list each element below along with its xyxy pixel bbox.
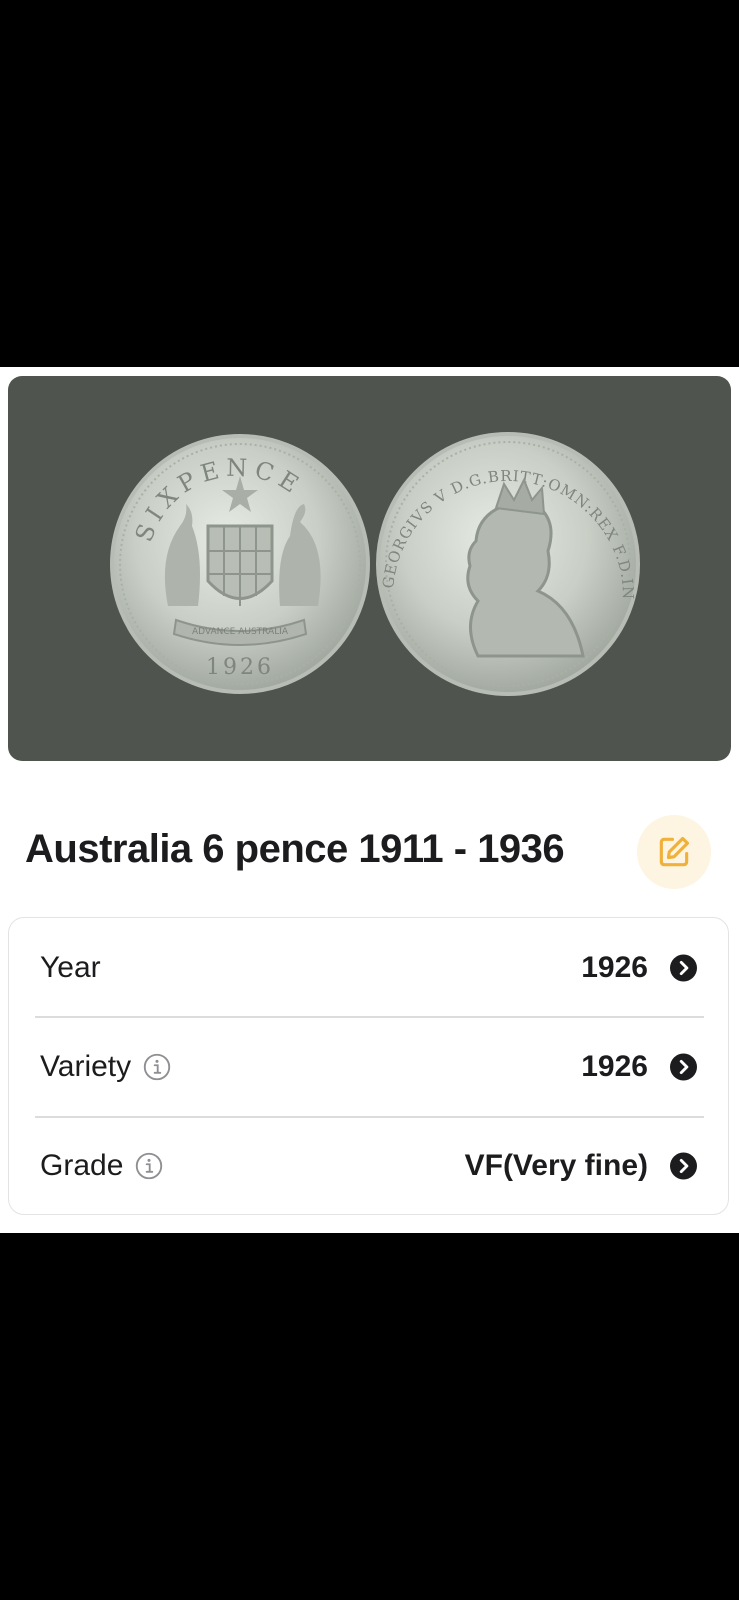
details-card: Year 1926 Variety 1926 Grade VF(Very fin… — [8, 917, 729, 1215]
coin-reverse-year: 1926 — [206, 655, 274, 680]
chevron-right-circle-icon[interactable] — [670, 1053, 697, 1081]
detail-row-year[interactable]: Year 1926 — [9, 918, 728, 1018]
chevron-right-circle-icon[interactable] — [670, 954, 697, 982]
coin-photo-graphic: SIXPENCE ADVANCE AUSTRALIA 1926 GEORGIVS… — [8, 376, 640, 696]
detail-row-variety[interactable]: Variety 1926 — [9, 1017, 728, 1117]
coin-reverse: SIXPENCE ADVANCE AUSTRALIA 1926 — [110, 434, 370, 694]
chevron-right-circle-icon[interactable] — [670, 1152, 697, 1180]
coin-photo[interactable]: SIXPENCE ADVANCE AUSTRALIA 1926 GEORGIVS… — [8, 376, 731, 761]
detail-row-label-wrap: Variety — [40, 1050, 171, 1084]
detail-label-variety: Variety — [40, 1050, 132, 1083]
detail-label-grade: Grade — [40, 1149, 124, 1182]
detail-row-label-wrap: Year — [40, 951, 101, 985]
detail-row-grade[interactable]: Grade VF(Very fine) — [9, 1116, 728, 1216]
detail-value-year: 1926 — [581, 951, 648, 984]
title-row: Australia 6 pence 1911 - 1936 — [0, 807, 739, 897]
bottom-letterbox — [0, 1233, 739, 1600]
info-icon[interactable] — [135, 1152, 163, 1180]
top-letterbox — [0, 0, 739, 367]
detail-value-variety: 1926 — [581, 1050, 648, 1083]
coin-title: Australia 6 pence 1911 - 1936 — [25, 827, 565, 871]
edit-icon — [659, 836, 690, 867]
coin-detail-sheet: SIXPENCE ADVANCE AUSTRALIA 1926 GEORGIVS… — [0, 367, 739, 1233]
info-icon[interactable] — [143, 1053, 171, 1081]
detail-label-year: Year — [40, 951, 101, 984]
coin-reverse-motto: ADVANCE AUSTRALIA — [192, 627, 289, 637]
edit-button[interactable] — [637, 815, 711, 889]
detail-row-label-wrap: Grade — [40, 1149, 163, 1183]
detail-value-grade: VF(Very fine) — [464, 1149, 648, 1182]
